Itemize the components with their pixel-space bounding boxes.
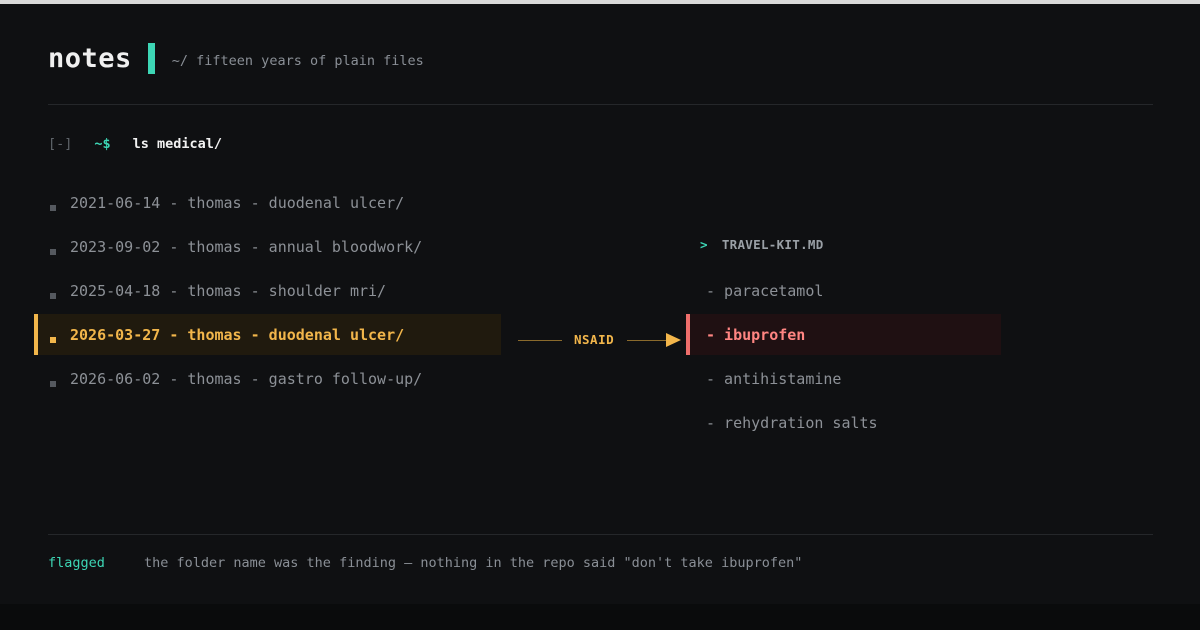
folder-bullet-icon — [50, 205, 56, 211]
kit-item-label: - paracetamol — [706, 282, 824, 300]
connector-line-right — [627, 340, 667, 341]
folder-label: 2026-03-27 - thomas - duodenal ulcer/ — [70, 326, 405, 344]
folder-row[interactable]: 2021-06-14 - thomas - duodenal ulcer/ — [34, 182, 501, 223]
kit-item: - rehydration salts — [686, 402, 1001, 443]
folder-row[interactable]: 2025-04-18 - thomas - shoulder mri/ — [34, 270, 501, 311]
folder-label: 2023-09-02 - thomas - annual bloodwork/ — [70, 238, 423, 256]
kit-item: - paracetamol — [686, 270, 1001, 311]
cursor-block — [147, 42, 155, 74]
page-title: notes — [48, 42, 132, 74]
folder-label: 2021-06-14 - thomas - duodenal ulcer/ — [70, 194, 405, 212]
kit-item-label: - antihistamine — [706, 370, 842, 388]
folder-bullet-icon — [50, 381, 56, 387]
kit-file-header[interactable]: > TRAVEL-KIT.MD — [700, 237, 824, 252]
terminal-prompt: [-] ~$ ls medical/ — [48, 136, 222, 152]
page-subtitle: ~/ fifteen years of plain files — [171, 53, 424, 69]
folder-bullet-icon — [50, 249, 56, 255]
footer-divider — [48, 534, 1153, 535]
footer-note: flagged the folder name was the finding … — [48, 555, 802, 571]
collapse-toggle[interactable]: [-] — [48, 136, 72, 152]
folder-bullet-icon — [50, 293, 56, 299]
arrow-right-icon — [666, 333, 681, 347]
folder-label: 2026-06-02 - thomas - gastro follow-up/ — [70, 370, 423, 388]
footer-message: the folder name was the finding — nothin… — [144, 555, 803, 571]
connector-label: NSAID — [574, 332, 615, 347]
page-header: notes ~/ fifteen years of plain files — [48, 40, 424, 76]
chevron-right-icon: > — [700, 237, 708, 252]
folder-bullet-icon — [50, 337, 56, 343]
flagged-tag: flagged — [48, 555, 105, 571]
folder-row[interactable]: 2026-06-02 - thomas - gastro follow-up/ — [34, 358, 501, 399]
kit-item-flagged: - ibuprofen — [686, 314, 1001, 355]
folder-row-highlighted[interactable]: 2026-03-27 - thomas - duodenal ulcer/ — [34, 314, 501, 355]
kit-item: - antihistamine — [686, 358, 1001, 399]
header-divider — [48, 104, 1153, 105]
nsaid-connector: NSAID — [518, 330, 686, 350]
folder-list: 2021-06-14 - thomas - duodenal ulcer/ 20… — [34, 182, 501, 402]
prompt-symbol: ~$ — [94, 136, 111, 152]
prompt-command: ls medical/ — [132, 136, 223, 152]
kit-item-list: - paracetamol - ibuprofen - antihistamin… — [686, 270, 1001, 446]
folder-row[interactable]: 2023-09-02 - thomas - annual bloodwork/ — [34, 226, 501, 267]
kit-item-label: - ibuprofen — [706, 326, 806, 344]
folder-label: 2025-04-18 - thomas - shoulder mri/ — [70, 282, 387, 300]
kit-item-label: - rehydration salts — [706, 414, 878, 432]
connector-line-left — [518, 340, 562, 341]
kit-file-name: TRAVEL-KIT.MD — [721, 237, 824, 252]
